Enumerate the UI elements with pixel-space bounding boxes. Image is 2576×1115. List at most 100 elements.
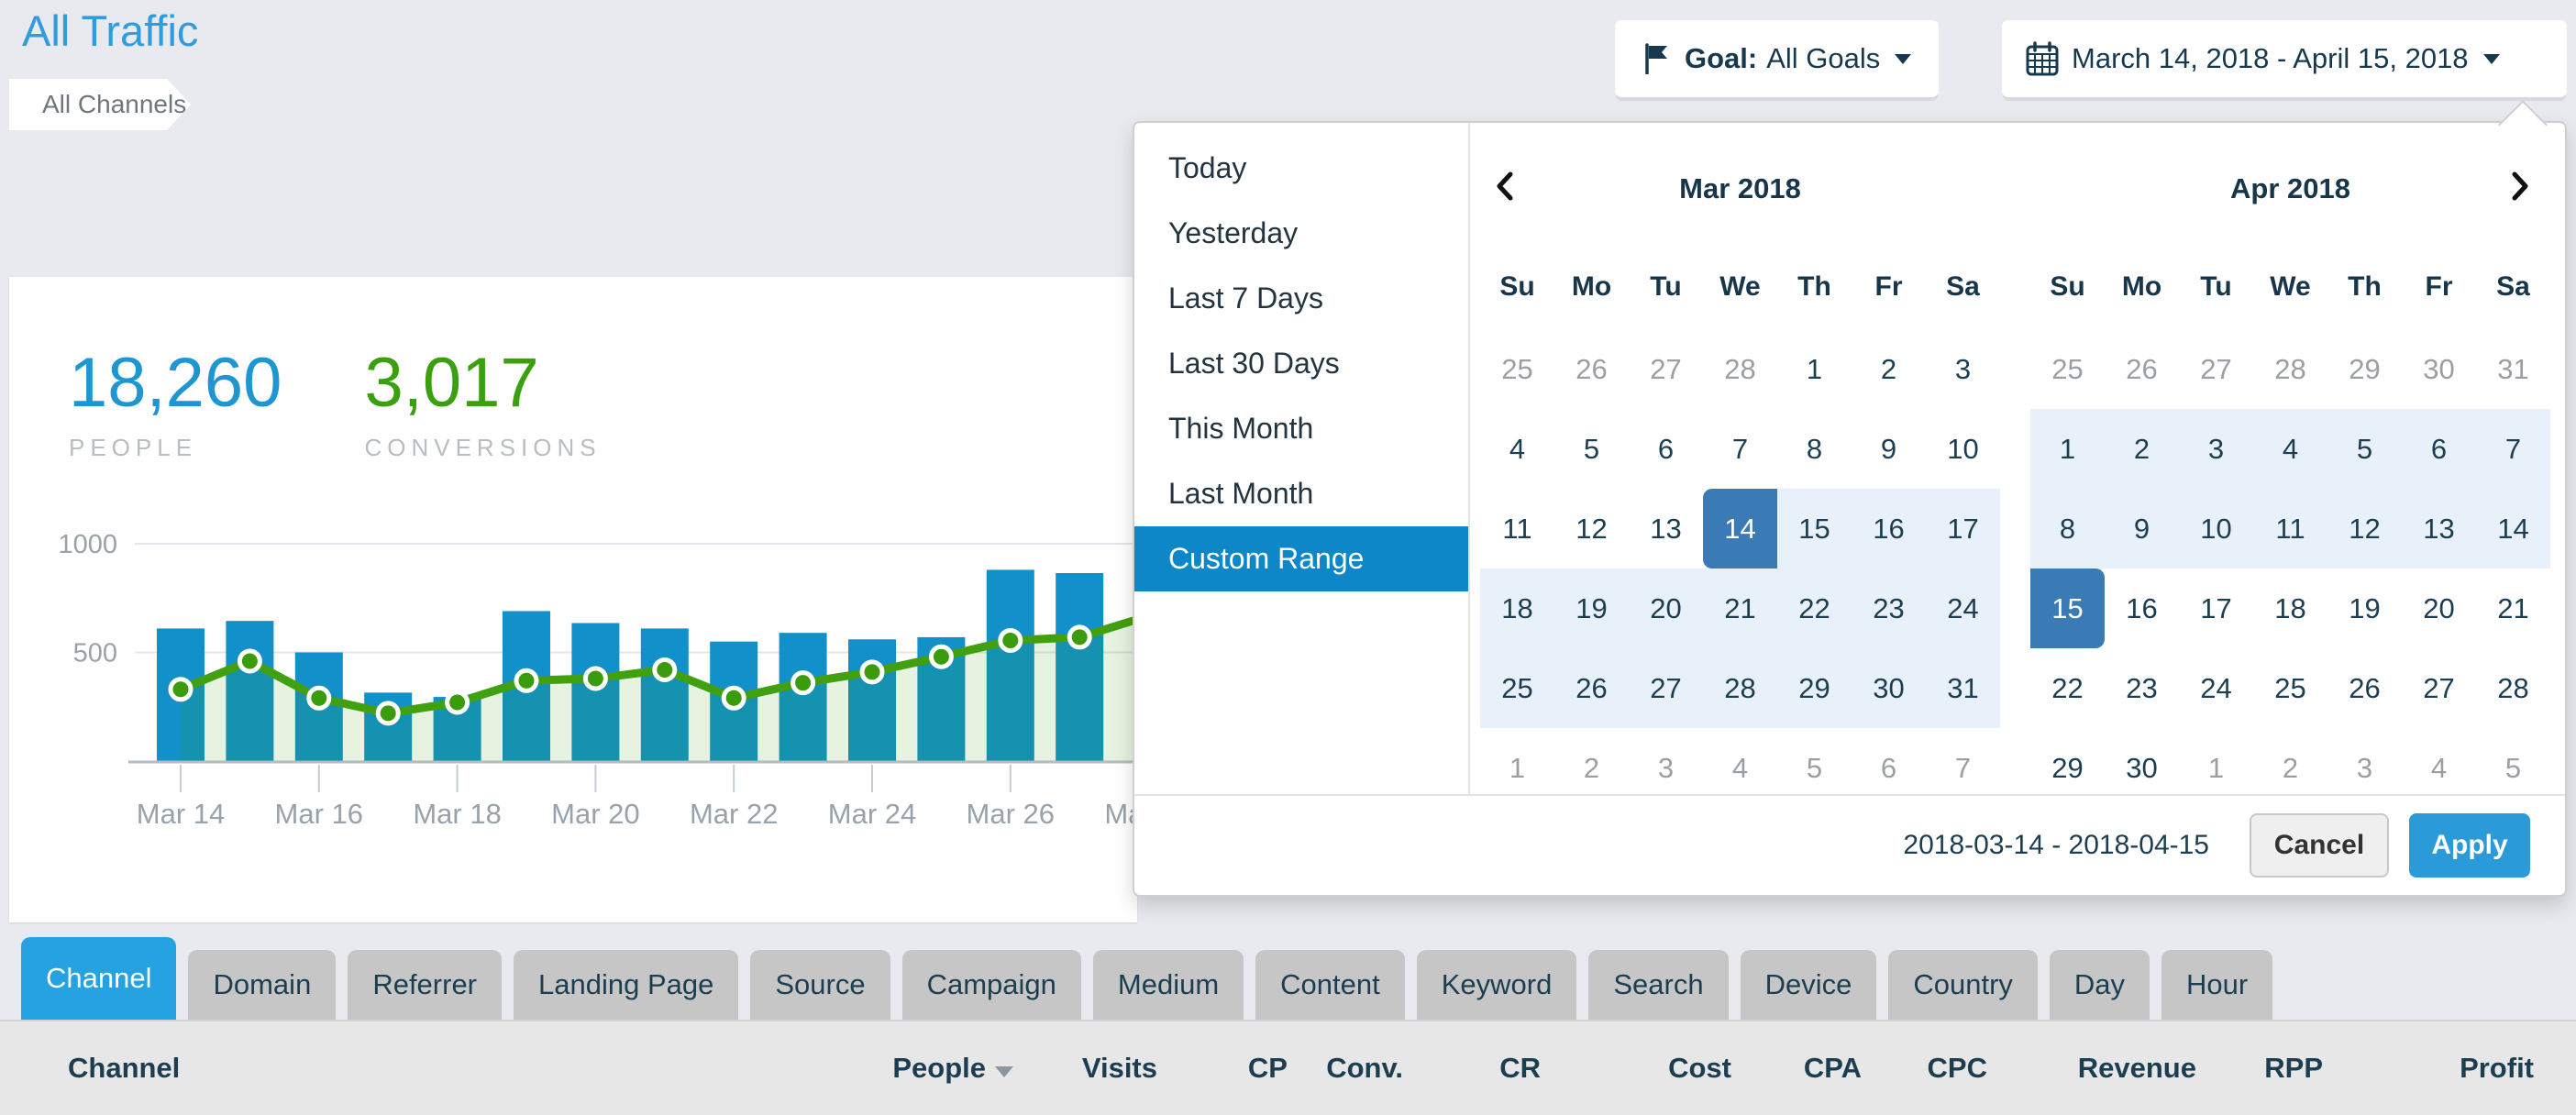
day-cell[interactable]: 19 — [1554, 569, 1629, 648]
day-cell[interactable]: 22 — [1777, 569, 1852, 648]
day-cell[interactable]: 16 — [1852, 489, 1926, 569]
day-cell[interactable]: 7 — [2476, 409, 2550, 489]
tab-medium[interactable]: Medium — [1093, 950, 1244, 1020]
day-cell[interactable]: 9 — [1852, 409, 1926, 489]
tab-device[interactable]: Device — [1741, 950, 1877, 1020]
day-cell[interactable]: 20 — [2402, 569, 2476, 648]
preset-last-30-days[interactable]: Last 30 Days — [1134, 331, 1468, 396]
day-cell[interactable]: 29 — [2327, 329, 2402, 409]
preset-custom-range[interactable]: Custom Range — [1134, 526, 1468, 591]
column-header-revenue[interactable]: Revenue — [1987, 1052, 2196, 1085]
day-cell[interactable]: 14 — [1703, 489, 1777, 569]
day-cell[interactable]: 19 — [2327, 569, 2402, 648]
day-cell[interactable]: 31 — [1926, 648, 2000, 728]
tab-domain[interactable]: Domain — [188, 950, 336, 1020]
day-cell[interactable]: 13 — [2402, 489, 2476, 569]
day-cell[interactable]: 14 — [2476, 489, 2550, 569]
day-cell[interactable]: 1 — [1777, 329, 1852, 409]
preset-today[interactable]: Today — [1134, 136, 1468, 201]
day-cell[interactable]: 2 — [2105, 409, 2179, 489]
column-header-cr[interactable]: CR — [1403, 1052, 1541, 1085]
day-cell[interactable]: 25 — [2253, 648, 2327, 728]
tab-day[interactable]: Day — [2050, 950, 2150, 1020]
column-header-conv[interactable]: Conv. — [1288, 1052, 1403, 1085]
day-cell[interactable]: 6 — [1629, 409, 1703, 489]
day-cell[interactable]: 27 — [2179, 329, 2253, 409]
day-cell[interactable]: 5 — [1554, 409, 1629, 489]
tab-channel[interactable]: Channel — [21, 937, 176, 1020]
date-range-button[interactable]: March 14, 2018 - April 15, 2018 — [2002, 20, 2567, 97]
column-header-channel[interactable]: Channel — [0, 1052, 784, 1085]
column-header-cpa[interactable]: CPA — [1731, 1052, 1862, 1085]
day-cell[interactable]: 15 — [2030, 569, 2105, 648]
day-cell[interactable]: 24 — [1926, 569, 2000, 648]
day-cell[interactable]: 1 — [2030, 409, 2105, 489]
day-cell[interactable]: 18 — [2253, 569, 2327, 648]
day-cell[interactable]: 31 — [2476, 329, 2550, 409]
tab-landing-page[interactable]: Landing Page — [514, 950, 738, 1020]
column-header-visits[interactable]: Visits — [1013, 1052, 1157, 1085]
day-cell[interactable]: 26 — [1554, 648, 1629, 728]
column-header-profit[interactable]: Profit — [2323, 1052, 2534, 1085]
tab-content[interactable]: Content — [1255, 950, 1405, 1020]
day-cell[interactable]: 3 — [2179, 409, 2253, 489]
column-header-cp[interactable]: CP — [1157, 1052, 1288, 1085]
day-cell[interactable]: 25 — [2030, 329, 2105, 409]
column-header-cpc[interactable]: CPC — [1862, 1052, 1987, 1085]
day-cell[interactable]: 22 — [2030, 648, 2105, 728]
day-cell[interactable]: 18 — [1480, 569, 1554, 648]
day-cell[interactable]: 8 — [2030, 489, 2105, 569]
preset-this-month[interactable]: This Month — [1134, 396, 1468, 461]
tab-source[interactable]: Source — [750, 950, 890, 1020]
apply-button[interactable]: Apply — [2409, 813, 2530, 878]
day-cell[interactable]: 9 — [2105, 489, 2179, 569]
day-cell[interactable]: 15 — [1777, 489, 1852, 569]
preset-yesterday[interactable]: Yesterday — [1134, 201, 1468, 266]
tab-country[interactable]: Country — [1888, 950, 2038, 1020]
day-cell[interactable]: 28 — [1703, 329, 1777, 409]
day-cell[interactable]: 17 — [2179, 569, 2253, 648]
preset-last-month[interactable]: Last Month — [1134, 461, 1468, 526]
day-cell[interactable]: 12 — [2327, 489, 2402, 569]
day-cell[interactable]: 28 — [2476, 648, 2550, 728]
day-cell[interactable]: 26 — [2105, 329, 2179, 409]
day-cell[interactable]: 23 — [1852, 569, 1926, 648]
day-cell[interactable]: 16 — [2105, 569, 2179, 648]
day-cell[interactable]: 29 — [1777, 648, 1852, 728]
day-cell[interactable]: 25 — [1480, 329, 1554, 409]
day-cell[interactable]: 17 — [1926, 489, 2000, 569]
day-cell[interactable]: 11 — [2253, 489, 2327, 569]
day-cell[interactable]: 3 — [1926, 329, 2000, 409]
day-cell[interactable]: 2 — [1852, 329, 1926, 409]
tab-search[interactable]: Search — [1588, 950, 1728, 1020]
day-cell[interactable]: 12 — [1554, 489, 1629, 569]
day-cell[interactable]: 23 — [2105, 648, 2179, 728]
day-cell[interactable]: 5 — [2327, 409, 2402, 489]
day-cell[interactable]: 30 — [1852, 648, 1926, 728]
day-cell[interactable]: 30 — [2402, 329, 2476, 409]
goal-dropdown-button[interactable]: Goal: All Goals — [1615, 20, 1939, 97]
day-cell[interactable]: 20 — [1629, 569, 1703, 648]
tab-keyword[interactable]: Keyword — [1417, 950, 1577, 1020]
day-cell[interactable]: 21 — [1703, 569, 1777, 648]
tab-hour[interactable]: Hour — [2161, 950, 2272, 1020]
day-cell[interactable]: 27 — [1629, 329, 1703, 409]
day-cell[interactable]: 7 — [1703, 409, 1777, 489]
tab-campaign[interactable]: Campaign — [902, 950, 1081, 1020]
day-cell[interactable]: 26 — [1554, 329, 1629, 409]
day-cell[interactable]: 10 — [2179, 489, 2253, 569]
breadcrumb[interactable]: All Channels — [9, 79, 191, 130]
day-cell[interactable]: 10 — [1926, 409, 2000, 489]
day-cell[interactable]: 28 — [2253, 329, 2327, 409]
day-cell[interactable]: 4 — [2253, 409, 2327, 489]
column-header-rpp[interactable]: RPP — [2196, 1052, 2323, 1085]
cancel-button[interactable]: Cancel — [2250, 813, 2389, 878]
day-cell[interactable]: 24 — [2179, 648, 2253, 728]
column-header-cost[interactable]: Cost — [1541, 1052, 1731, 1085]
day-cell[interactable]: 25 — [1480, 648, 1554, 728]
day-cell[interactable]: 6 — [2402, 409, 2476, 489]
day-cell[interactable]: 11 — [1480, 489, 1554, 569]
tab-referrer[interactable]: Referrer — [348, 950, 502, 1020]
day-cell[interactable]: 21 — [2476, 569, 2550, 648]
column-header-people[interactable]: People — [784, 1052, 1013, 1085]
